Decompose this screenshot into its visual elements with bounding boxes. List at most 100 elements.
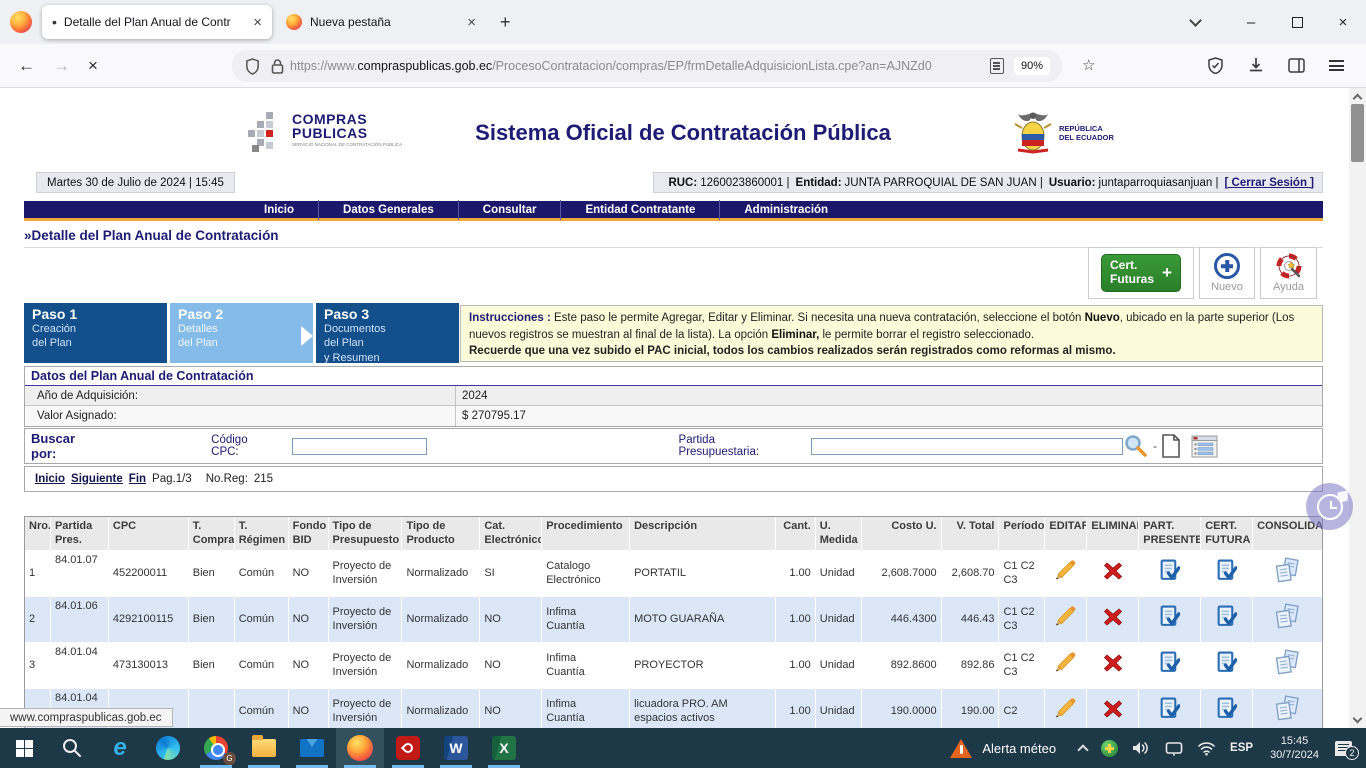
volume-icon[interactable] — [1132, 740, 1151, 756]
delete-x-cell[interactable] — [1087, 597, 1139, 643]
nuevo-button[interactable]: Nuevo — [1199, 247, 1255, 299]
ayuda-button[interactable]: Ayuda — [1260, 247, 1317, 299]
pagination-inicio-link[interactable]: Inicio — [35, 473, 65, 485]
doc-check-icon[interactable] — [1216, 559, 1237, 586]
copy-docs-icon[interactable] — [1274, 603, 1301, 634]
delete-x-cell[interactable] — [1087, 643, 1139, 689]
nav-item-datos-generales[interactable]: Datos Generales — [319, 204, 458, 216]
start-button[interactable] — [0, 728, 48, 768]
stop-loading-button[interactable]: × — [88, 56, 98, 76]
doc-check-icon[interactable] — [1159, 605, 1180, 632]
table-row[interactable]: 184.01.07452200011BienComúnNOProyecto de… — [25, 551, 1322, 597]
doc-check-cell[interactable] — [1139, 643, 1201, 689]
reader-mode-icon[interactable] — [990, 58, 1004, 74]
edit-pencil-cell[interactable] — [1045, 597, 1087, 643]
partida-input[interactable] — [811, 438, 1123, 455]
delete-x-icon[interactable] — [1103, 653, 1123, 677]
edit-pencil-icon[interactable] — [1054, 698, 1078, 723]
downloads-icon[interactable] — [1248, 57, 1264, 74]
table-row[interactable]: 384.01.04473130013BienComúnNOProyecto de… — [25, 643, 1322, 689]
tray-expand-chevron-icon[interactable] — [1079, 742, 1087, 754]
copy-docs-cell[interactable] — [1253, 689, 1322, 728]
firefox-button[interactable] — [336, 728, 384, 768]
delete-x-icon[interactable] — [1103, 561, 1123, 585]
bookmark-star-icon[interactable]: ☆ — [1082, 56, 1095, 74]
file-explorer-button[interactable] — [240, 728, 288, 768]
doc-check-icon[interactable] — [1216, 697, 1237, 724]
delete-x-icon[interactable] — [1103, 699, 1123, 723]
table-row[interactable]: 84.01.04ComúnNOProyecto de InversiónNorm… — [25, 689, 1322, 728]
taskbar-clock[interactable]: 15:45 30/7/2024 — [1270, 734, 1319, 763]
doc-check-cell[interactable] — [1201, 551, 1253, 597]
tab-close-icon[interactable]: × — [467, 15, 476, 30]
doc-check-icon[interactable] — [1216, 605, 1237, 632]
step-1[interactable]: Paso 1Creación del Plan — [24, 303, 167, 363]
window-maximize-button[interactable] — [1274, 0, 1320, 44]
doc-check-cell[interactable] — [1139, 551, 1201, 597]
account-shield-icon[interactable] — [1207, 57, 1224, 74]
table-row[interactable]: 284.01.064292100115BienComúnNOProyecto d… — [25, 597, 1322, 643]
new-tab-button[interactable]: + — [490, 10, 521, 35]
back-button[interactable]: ← — [18, 56, 35, 76]
page-scrollbar[interactable] — [1349, 88, 1366, 728]
browser-tab-active[interactable]: • Detalle del Plan Anual de Contr × — [42, 5, 272, 39]
logout-link[interactable]: [ Cerrar Sesión ] — [1225, 177, 1314, 189]
floating-overlay-widget[interactable] — [1306, 483, 1353, 530]
scroll-up-arrow-icon[interactable] — [1349, 88, 1366, 104]
window-minimize-button[interactable]: – — [1228, 0, 1274, 44]
wifi-icon[interactable] — [1197, 741, 1216, 756]
action-center-icon[interactable]: 2 — [1335, 741, 1352, 756]
copy-docs-icon[interactable] — [1274, 695, 1301, 726]
pagination-siguiente-link[interactable]: Siguiente — [71, 473, 123, 485]
doc-check-cell[interactable] — [1139, 597, 1201, 643]
antivirus-tray-icon[interactable] — [1101, 740, 1118, 757]
step-2[interactable]: Paso 2Detalles del Plan — [170, 303, 313, 363]
search-icon[interactable] — [1123, 433, 1149, 459]
edit-pencil-cell[interactable] — [1045, 689, 1087, 728]
extensions-panel-icon[interactable] — [1288, 58, 1305, 73]
nav-item-entidad-contratante[interactable]: Entidad Contratante — [561, 204, 719, 216]
url-text[interactable]: https://www.compraspublicas.gob.ec/Proce… — [290, 59, 984, 73]
doc-check-cell[interactable] — [1201, 597, 1253, 643]
edit-pencil-icon[interactable] — [1054, 606, 1078, 631]
copy-docs-cell[interactable] — [1253, 597, 1322, 643]
edge-button[interactable] — [144, 728, 192, 768]
mail-button[interactable] — [288, 728, 336, 768]
doc-check-icon[interactable] — [1159, 651, 1180, 678]
delete-x-cell[interactable] — [1087, 689, 1139, 728]
copy-docs-cell[interactable] — [1253, 551, 1322, 597]
step-3[interactable]: Paso 3Documentos del Plan y Resumen — [316, 303, 459, 363]
list-tabs-chevron-icon[interactable] — [1189, 14, 1202, 27]
doc-check-cell[interactable] — [1201, 689, 1253, 728]
keyboard-language-indicator[interactable]: ESP — [1230, 742, 1253, 754]
app-menu-icon[interactable] — [1329, 60, 1344, 71]
nav-item-administración[interactable]: Administración — [720, 204, 852, 216]
cpc-input[interactable] — [292, 438, 427, 455]
url-bar[interactable]: https://www.compraspublicas.gob.ec/Proce… — [232, 50, 1062, 82]
pagination-fin-link[interactable]: Fin — [129, 473, 146, 485]
doc-check-icon[interactable] — [1159, 697, 1180, 724]
doc-check-icon[interactable] — [1216, 651, 1237, 678]
edit-pencil-icon[interactable] — [1054, 560, 1078, 585]
forward-button[interactable]: → — [53, 56, 70, 76]
weather-widget[interactable]: Alerta méteo — [934, 728, 1072, 768]
doc-check-icon[interactable] — [1159, 559, 1180, 586]
list-view-icon[interactable] — [1191, 435, 1218, 458]
browser-tab-newtab[interactable]: Nueva pestaña × — [276, 5, 486, 39]
edit-pencil-cell[interactable] — [1045, 643, 1087, 689]
scroll-down-arrow-icon[interactable] — [1349, 712, 1366, 728]
cast-display-icon[interactable] — [1165, 741, 1183, 756]
scrollbar-thumb[interactable] — [1351, 104, 1364, 162]
new-doc-icon[interactable] — [1161, 434, 1181, 458]
copy-docs-icon[interactable] — [1274, 649, 1301, 680]
tracking-shield-icon[interactable] — [245, 58, 260, 75]
copy-docs-cell[interactable] — [1253, 643, 1322, 689]
nav-item-inicio[interactable]: Inicio — [240, 204, 318, 216]
doc-check-cell[interactable] — [1139, 689, 1201, 728]
copy-docs-icon[interactable] — [1274, 557, 1301, 588]
cert-futuras-button[interactable]: Cert. Futuras + — [1101, 254, 1181, 292]
taskbar-search-button[interactable] — [48, 728, 96, 768]
acrobat-button[interactable] — [384, 728, 432, 768]
edit-pencil-cell[interactable] — [1045, 551, 1087, 597]
internet-explorer-button[interactable]: e — [96, 728, 144, 768]
